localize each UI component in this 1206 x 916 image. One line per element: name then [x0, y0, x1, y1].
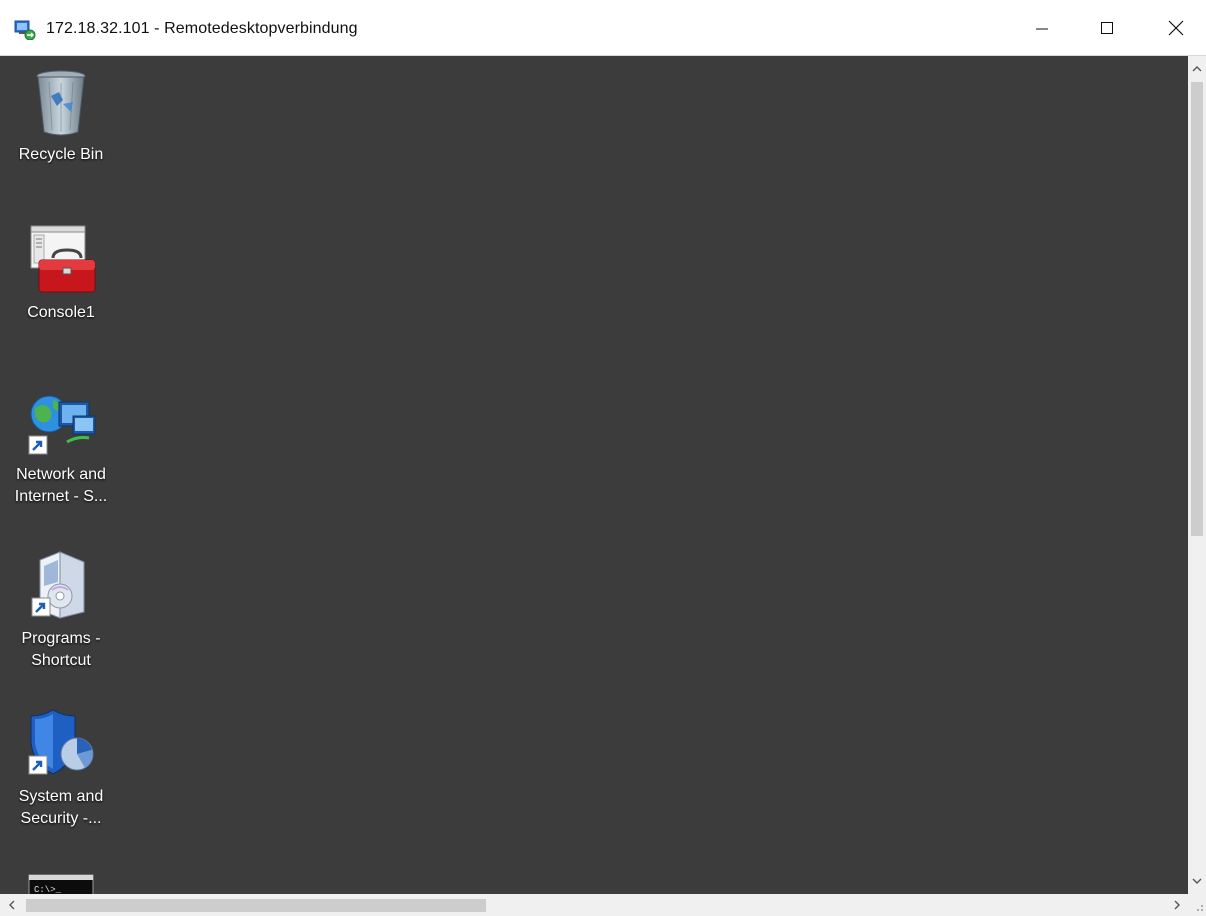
recycle-bin-icon — [36, 70, 86, 136]
shield-icon — [28, 709, 94, 775]
horizontal-scrollbar[interactable] — [0, 894, 1206, 916]
window-title: 172.18.32.101 - Remotedesktopverbindung — [46, 20, 358, 37]
label-line-2: Internet - S... — [14, 488, 108, 505]
close-icon — [1168, 20, 1184, 36]
network-icon — [28, 395, 96, 455]
desktop-icon-recycle-bin[interactable]: Recycle Bin — [6, 66, 116, 166]
svg-text:C:\>_: C:\>_ — [34, 885, 62, 894]
desktop-icon-label: Recycle Bin — [18, 146, 104, 163]
minimize-button[interactable] — [1012, 8, 1072, 48]
scroll-up-button[interactable] — [1188, 56, 1206, 82]
desktop-icon-label: Programs - Shortcut — [6, 628, 116, 672]
desktop-icon-system-security[interactable]: System and Security -... — [6, 706, 116, 830]
chevron-left-icon — [9, 900, 15, 910]
label-line-1: Programs - — [21, 630, 101, 647]
desktop-icon-network-internet[interactable]: Network and Internet - S... — [6, 392, 116, 508]
maximize-icon — [1101, 22, 1113, 34]
chevron-down-icon — [1192, 878, 1202, 884]
close-button[interactable] — [1146, 8, 1206, 48]
scroll-right-button[interactable] — [1166, 894, 1188, 916]
label-line-1: System and — [18, 788, 104, 805]
vertical-scrollbar[interactable] — [1188, 56, 1206, 894]
maximize-button[interactable] — [1077, 8, 1137, 48]
chevron-up-icon — [1192, 66, 1202, 72]
label-line-2: Security -... — [20, 810, 102, 827]
vertical-scroll-thumb[interactable] — [1191, 82, 1203, 536]
scroll-left-button[interactable] — [0, 894, 24, 916]
desktop-icon-label: System and Security -... — [6, 786, 116, 830]
label-line-2: Shortcut — [31, 652, 91, 669]
horizontal-scroll-thumb[interactable] — [26, 899, 486, 912]
desktop-icon-console1[interactable]: Console1 — [6, 224, 116, 324]
desktop-icon-label: Console1 — [27, 304, 95, 321]
desktop-icon-label: Network and Internet - S... — [6, 464, 116, 508]
remote-desktop-icon — [14, 20, 36, 40]
title-bar[interactable]: 172.18.32.101 - Remotedesktopverbindung — [0, 0, 1206, 56]
desktop-icon-programs-shortcut[interactable]: Programs - Shortcut — [6, 548, 116, 672]
chevron-right-icon — [1174, 900, 1180, 910]
toolbox-icon — [30, 225, 96, 293]
remote-desktop-area[interactable]: Recycle Bin Console1 Network and Interne… — [0, 56, 1188, 894]
programs-icon — [31, 551, 85, 619]
resize-grip-icon[interactable] — [1190, 896, 1206, 914]
desktop-icon-command-prompt[interactable]: C:\>_ — [6, 874, 116, 894]
minimize-icon — [1036, 28, 1048, 30]
scroll-down-button[interactable] — [1188, 868, 1206, 894]
command-prompt-icon: C:\>_ — [28, 874, 94, 894]
label-line-1: Network and — [16, 466, 106, 483]
